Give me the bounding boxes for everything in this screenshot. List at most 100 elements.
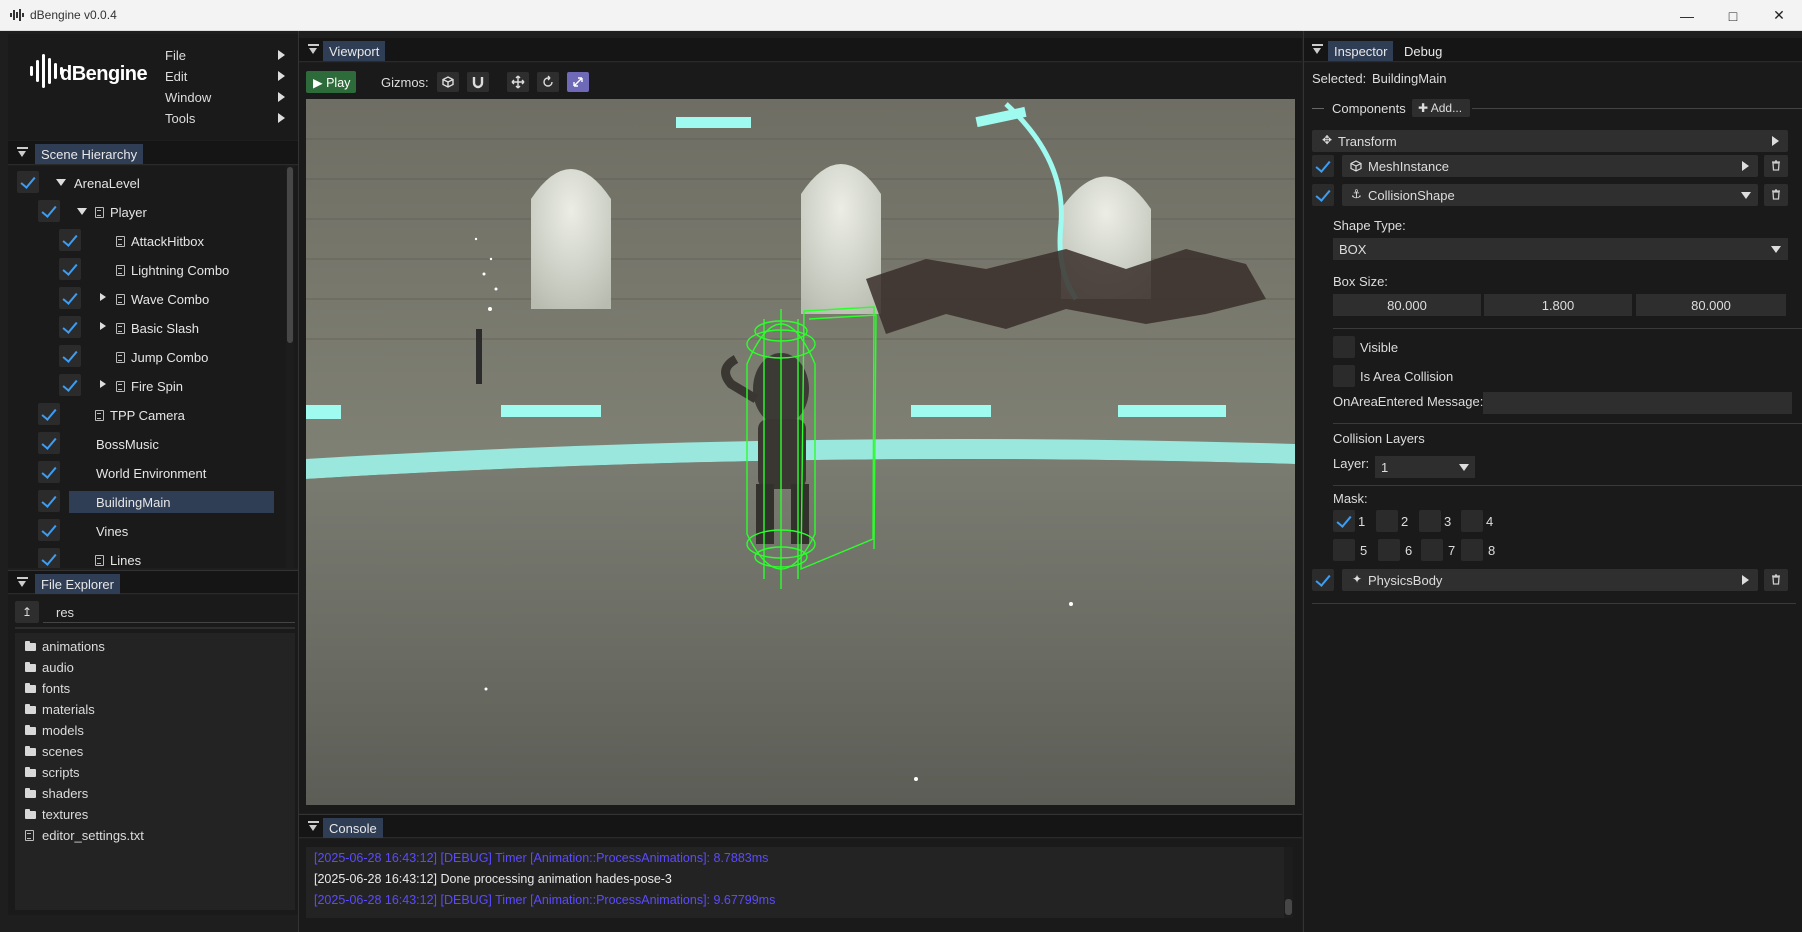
- mask-checkbox-6[interactable]: [1378, 539, 1400, 561]
- mask-checkbox-1[interactable]: [1333, 510, 1355, 532]
- window-title: dBengine v0.0.4: [30, 8, 117, 22]
- physicsbody-checkbox[interactable]: [1312, 569, 1334, 591]
- node-checkbox[interactable]: [59, 258, 81, 280]
- file-icon: [25, 830, 34, 841]
- close-icon[interactable]: ✕: [1756, 0, 1802, 31]
- node-checkbox[interactable]: [38, 403, 60, 425]
- scrollbar-track: [286, 166, 294, 568]
- person-icon: ✦: [1352, 572, 1363, 586]
- on-area-entered-input[interactable]: [1483, 392, 1792, 414]
- maximize-icon[interactable]: □: [1710, 0, 1756, 31]
- chevron-right-icon: [278, 92, 285, 102]
- chevron-right-icon[interactable]: [100, 293, 106, 301]
- is-area-label: Is Area Collision: [1360, 369, 1454, 384]
- file-list: animations audio fonts materials models …: [15, 633, 295, 910]
- chevron-right-icon[interactable]: [100, 380, 106, 388]
- chevron-down-icon[interactable]: [77, 208, 87, 215]
- inspector-panel: Selected: BuildingMain Components ✚ Add.…: [1304, 63, 1802, 932]
- box-size-y-field[interactable]: 1.800: [1484, 294, 1632, 316]
- logo-text: dBengine: [60, 63, 148, 85]
- box-size-z-field[interactable]: 80.000: [1636, 294, 1786, 316]
- move-icon: ✥: [1322, 133, 1333, 147]
- collisionshape-checkbox[interactable]: [1312, 184, 1334, 206]
- node-checkbox[interactable]: [38, 461, 60, 483]
- script-icon: [95, 410, 104, 421]
- is-area-checkbox[interactable]: [1333, 365, 1355, 387]
- layer-label: Layer:: [1333, 456, 1370, 471]
- magnet-icon[interactable]: [467, 72, 489, 92]
- node-checkbox[interactable]: [38, 432, 60, 454]
- mask-label-8: 8: [1488, 543, 1496, 558]
- folder-icon: [25, 662, 36, 672]
- cube-icon[interactable]: [437, 72, 459, 92]
- divider: [1333, 328, 1802, 329]
- mask-checkbox-8[interactable]: [1461, 539, 1483, 561]
- tab-console[interactable]: Console: [323, 818, 383, 838]
- tab-scene-hierarchy[interactable]: Scene Hierarchy: [35, 144, 144, 164]
- mask-label: Mask:: [1333, 491, 1368, 506]
- console-line: [2025-06-28 16:43:12] [DEBUG] Timer [Ani…: [314, 893, 776, 907]
- collapse-icon[interactable]: [308, 821, 319, 832]
- node-checkbox[interactable]: [59, 316, 81, 338]
- shape-type-select[interactable]: BOX: [1333, 238, 1788, 260]
- delete-icon[interactable]: [1764, 184, 1788, 206]
- title-bar: dBengine v0.0.4 — □ ✕: [0, 0, 1802, 31]
- node-checkbox[interactable]: [38, 490, 60, 512]
- node-checkbox[interactable]: [59, 345, 81, 367]
- mask-checkbox-4[interactable]: [1461, 510, 1483, 532]
- meshinstance-checkbox[interactable]: [1312, 155, 1334, 177]
- minimize-icon[interactable]: —: [1664, 0, 1710, 31]
- tab-viewport[interactable]: Viewport: [323, 41, 386, 61]
- scale-icon[interactable]: [567, 72, 589, 92]
- visible-label: Visible: [1360, 340, 1399, 355]
- collapse-icon[interactable]: [308, 44, 319, 55]
- chevron-down-icon[interactable]: [56, 179, 66, 186]
- tab-file-explorer[interactable]: File Explorer: [35, 574, 120, 594]
- mask-label-4: 4: [1486, 514, 1494, 529]
- path-field[interactable]: res: [43, 601, 295, 623]
- chevron-right-icon[interactable]: [100, 322, 106, 330]
- box-size-label: Box Size:: [1333, 274, 1388, 289]
- scrollbar-thumb[interactable]: [1285, 899, 1292, 915]
- delete-icon[interactable]: [1764, 155, 1788, 177]
- scene-hierarchy-tree: ArenaLevel Player AttackHitbox Lightning…: [8, 166, 298, 568]
- file-explorer-body: ↥ res animations audio fonts materials m…: [8, 595, 298, 915]
- tab-debug[interactable]: Debug: [1398, 41, 1448, 61]
- node-checkbox[interactable]: [17, 171, 39, 193]
- script-icon: [95, 555, 104, 566]
- mask-checkbox-2[interactable]: [1376, 510, 1398, 532]
- chevron-down-icon: [1771, 246, 1781, 253]
- node-checkbox[interactable]: [38, 200, 60, 222]
- delete-icon[interactable]: [1764, 569, 1788, 591]
- component-meshinstance[interactable]: MeshInstance: [1342, 155, 1758, 177]
- play-button[interactable]: ▶ Play: [306, 71, 356, 93]
- tab-inspector[interactable]: Inspector: [1328, 41, 1394, 61]
- menu-area: dBengine File Edit Window Tools: [8, 34, 298, 140]
- component-transform[interactable]: ✥ Transform: [1312, 130, 1788, 152]
- rotate-icon[interactable]: [537, 72, 559, 92]
- collapse-icon[interactable]: [17, 577, 28, 588]
- chevron-right-icon: [278, 50, 285, 60]
- node-checkbox[interactable]: [38, 519, 60, 541]
- box-size-x-field[interactable]: 80.000: [1333, 294, 1481, 316]
- collapse-icon[interactable]: [1312, 44, 1323, 55]
- up-directory-icon[interactable]: ↥: [15, 601, 39, 623]
- add-component-button[interactable]: ✚ Add...: [1412, 99, 1470, 117]
- component-collisionshape[interactable]: ⚓ CollisionShape: [1342, 184, 1758, 206]
- move-icon[interactable]: [507, 72, 529, 92]
- node-checkbox[interactable]: [38, 548, 60, 568]
- script-icon: [116, 352, 125, 363]
- component-physicsbody[interactable]: ✦ PhysicsBody: [1342, 569, 1758, 591]
- mask-checkbox-3[interactable]: [1419, 510, 1441, 532]
- node-checkbox[interactable]: [59, 287, 81, 309]
- layer-select[interactable]: 1: [1375, 456, 1475, 478]
- mask-checkbox-7[interactable]: [1421, 539, 1443, 561]
- viewport-canvas[interactable]: [306, 99, 1295, 805]
- scrollbar-thumb[interactable]: [287, 167, 293, 343]
- node-checkbox[interactable]: [59, 229, 81, 251]
- visible-checkbox[interactable]: [1333, 336, 1355, 358]
- collapse-icon[interactable]: [17, 147, 28, 158]
- mask-checkbox-5[interactable]: [1333, 539, 1355, 561]
- node-checkbox[interactable]: [59, 374, 81, 396]
- folder-icon: [25, 683, 36, 693]
